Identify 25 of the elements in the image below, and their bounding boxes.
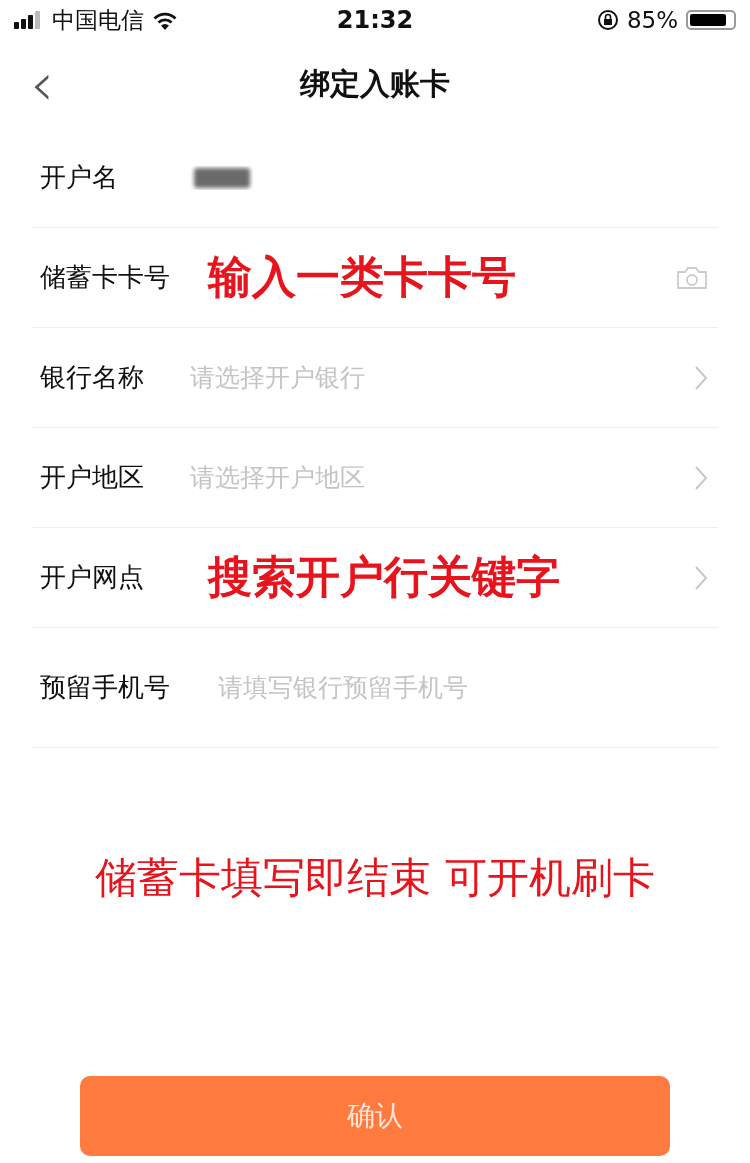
annotation-text: 输入一类卡卡号 (208, 250, 516, 304)
placeholder-text[interactable]: 请填写银行预留手机号 (218, 671, 468, 704)
battery-icon (686, 10, 736, 30)
page-title: 绑定入账卡 (300, 64, 450, 103)
field-label: 储蓄卡卡号 (40, 261, 171, 294)
chevron-right-icon[interactable] (694, 364, 708, 391)
field-label: 银行名称 (40, 361, 145, 394)
field-label: 开户名 (40, 161, 119, 194)
clock-time: 21:32 (336, 6, 414, 34)
rotation-lock-icon (596, 9, 619, 31)
annotation-text: 搜索开户行关键字 (208, 550, 560, 604)
field-label: 预留手机号 (40, 671, 171, 704)
placeholder-text[interactable]: 请选择开户银行 (190, 361, 365, 394)
back-button[interactable]: ‹ (30, 54, 54, 114)
wifi-icon (152, 10, 178, 30)
field-label: 开户网点 (40, 561, 145, 594)
carrier-name: 中国电信 (52, 5, 144, 35)
placeholder-text[interactable]: 请选择开户地区 (190, 461, 365, 494)
chevron-right-icon[interactable] (694, 564, 708, 591)
confirm-button[interactable]: 确认 (80, 1076, 670, 1156)
chevron-right-icon[interactable] (694, 464, 708, 491)
field-label: 开户地区 (40, 461, 145, 494)
camera-icon[interactable] (676, 265, 708, 290)
annotation-text: 储蓄卡填写即结束 可开机刷卡 (94, 852, 656, 904)
battery-percent: 85% (626, 7, 678, 33)
